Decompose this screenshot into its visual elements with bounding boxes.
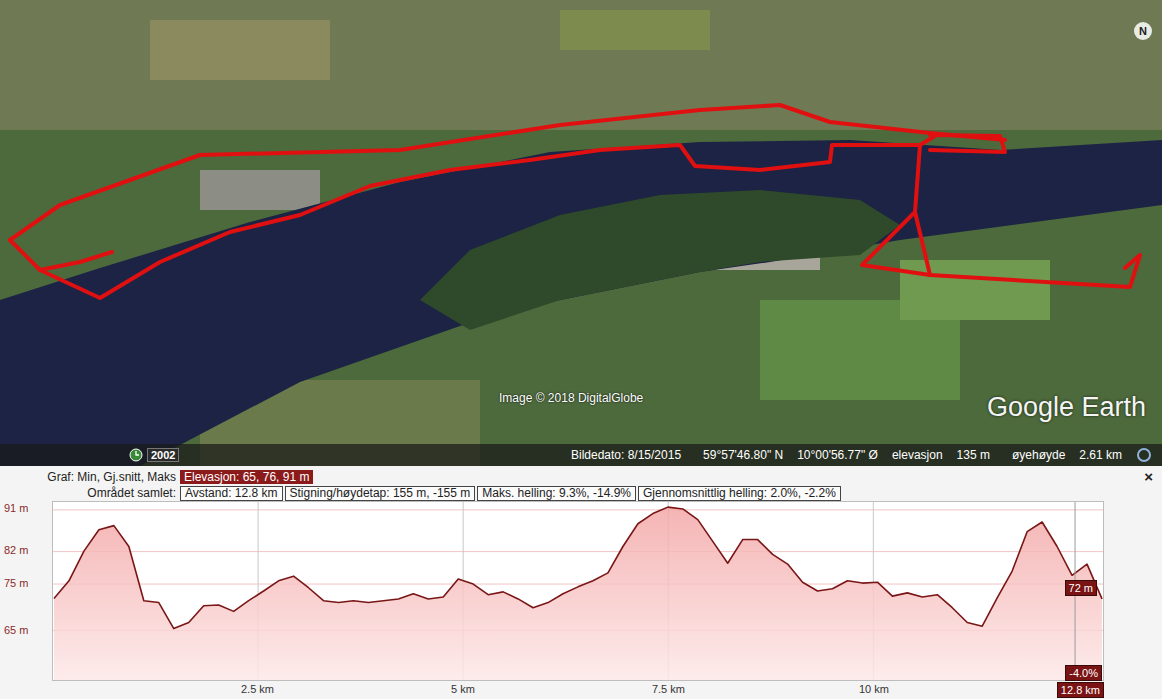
eye-altitude-label: øyehøyde bbox=[1012, 448, 1065, 462]
elevation-chart[interactable]: 72 m -4.0% bbox=[52, 501, 1104, 681]
stat-box: Maks. helling: 9.3%, -14.9% bbox=[477, 486, 636, 501]
elevation-profile-panel: Graf: Min, Gj.snitt, MaksElevasjon: 65, … bbox=[0, 466, 1162, 699]
route-line bbox=[10, 136, 935, 298]
route-line bbox=[862, 145, 1140, 287]
historical-imagery[interactable]: 2002 bbox=[0, 448, 179, 462]
x-tick-label: 7.5 km bbox=[652, 683, 685, 695]
x-tick-label: 2.5 km bbox=[241, 683, 274, 695]
y-gridline bbox=[53, 551, 1103, 552]
cursor-elevation: 72 m bbox=[1065, 580, 1097, 596]
clock-icon[interactable] bbox=[129, 448, 143, 462]
elevation-value: 135 m bbox=[957, 448, 990, 462]
google-earth-logo: Google Earth bbox=[987, 392, 1146, 423]
y-tick-label: 75 m bbox=[4, 577, 28, 589]
status-ring-icon[interactable] bbox=[1136, 447, 1152, 463]
route-line bbox=[915, 212, 930, 275]
stat-box: Stigning/høydetap: 155 m, -155 m bbox=[285, 486, 476, 501]
y-gridline bbox=[53, 509, 1103, 510]
y-axis: 91 m 82 m 75 m 65 m bbox=[0, 501, 52, 681]
eye-altitude-value: 2.61 km bbox=[1079, 448, 1122, 462]
cursor-grade: -4.0% bbox=[1065, 665, 1102, 681]
x-axis: 2.5 km 5 km 7.5 km 10 km 12.8 km bbox=[52, 681, 1104, 699]
image-attribution: Image © 2018 DigitalGlobe bbox=[499, 391, 643, 405]
close-button[interactable]: × bbox=[1144, 468, 1162, 485]
image-date: Bildedato: 8/15/2015 bbox=[571, 448, 681, 462]
elevation-series bbox=[54, 507, 1102, 680]
route-line bbox=[930, 135, 1005, 152]
google-earth-window: N Image © 2018 DigitalGlobe Google Earth 20… bbox=[0, 0, 1162, 699]
status-bar: 2002 Bildedato: 8/15/2015 59°57'46.80" N 10… bbox=[0, 444, 1162, 466]
history-year[interactable]: 2002 bbox=[147, 448, 179, 462]
area-label: Området samlet: bbox=[0, 486, 178, 500]
longitude: 10°00'56.77" Ø bbox=[797, 448, 878, 462]
elevation-summary: Elevasjon: 65, 76, 91 m bbox=[180, 470, 313, 484]
graph-label: Graf: Min, Gj.snitt, Maks bbox=[0, 470, 178, 484]
stat-box: Avstand: 12.8 km bbox=[180, 486, 283, 501]
elevation-label: elevasjon bbox=[892, 448, 943, 462]
compass-icon[interactable]: N bbox=[1134, 22, 1152, 40]
y-tick-label: 82 m bbox=[4, 544, 28, 556]
stat-box: Gjennomsnittlig helling: 2.0%, -2.2% bbox=[638, 486, 841, 501]
y-tick-label: 65 m bbox=[4, 624, 28, 636]
cursor-distance: 12.8 km bbox=[1057, 682, 1104, 698]
x-tick-label: 10 km bbox=[859, 683, 889, 695]
latitude: 59°57'46.80" N bbox=[703, 448, 783, 462]
route-line bbox=[10, 105, 1005, 240]
y-tick-label: 91 m bbox=[4, 502, 28, 514]
x-tick-label: 5 km bbox=[451, 683, 475, 695]
route-line bbox=[40, 252, 112, 270]
map-view[interactable]: N Image © 2018 DigitalGlobe Google Earth 20… bbox=[0, 0, 1162, 466]
y-gridline bbox=[53, 584, 1103, 585]
